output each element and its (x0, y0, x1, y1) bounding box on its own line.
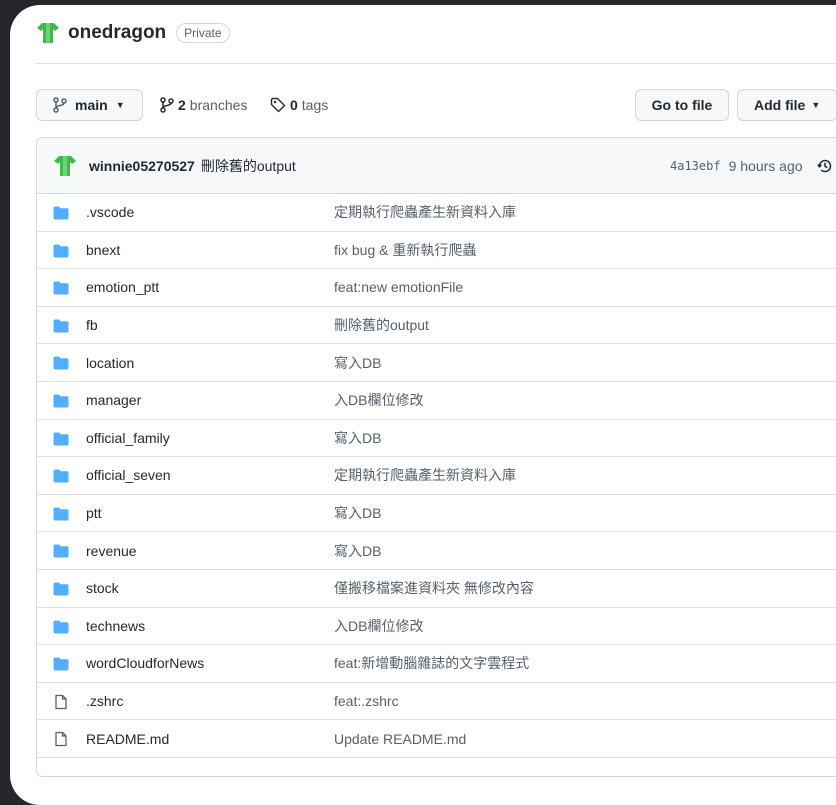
file-commit-message[interactable]: feat:new emotionFile (334, 279, 463, 295)
folder-icon (53, 544, 69, 558)
tag-icon (270, 97, 286, 113)
file-commit-message[interactable]: 寫入DB (334, 353, 381, 373)
file-commit-message[interactable]: 寫入DB (334, 428, 381, 448)
file-name[interactable]: ptt (86, 505, 102, 521)
file-name[interactable]: manager (86, 392, 141, 408)
file-name[interactable]: official_seven (86, 467, 171, 483)
folder-icon (53, 469, 69, 483)
file-commit-message[interactable]: fix bug & 重新執行爬蟲 (334, 240, 476, 260)
file-icon (55, 694, 67, 709)
file-list: .vscode 定期執行爬蟲產生新資料入庫 bnext fix bug & 重新執行爬… (37, 194, 836, 758)
file-commit-message[interactable]: 寫入DB (334, 503, 381, 523)
file-commit-message[interactable]: 入DB欄位修改 (334, 390, 423, 410)
chevron-down-icon: ▼ (115, 100, 125, 110)
file-commit-message[interactable]: 寫入DB (334, 541, 381, 561)
file-name[interactable]: bnext (86, 242, 120, 258)
author-avatar[interactable] (53, 155, 77, 177)
add-file-label: Add file (754, 97, 806, 113)
commit-author[interactable]: winnie05270527 (89, 158, 195, 174)
commit-time: 9 hours ago (728, 157, 803, 174)
file-commit-message[interactable]: feat:新增動腦雜誌的文字雲程式 (334, 653, 529, 673)
file-commit-message[interactable]: Update README.md (334, 731, 466, 747)
add-file-button[interactable]: Add file ▼ (737, 89, 836, 121)
file-name[interactable]: revenue (86, 543, 137, 559)
folder-icon (53, 356, 69, 370)
branches-link[interactable]: 2 branches (160, 89, 247, 121)
repo-header: onedragon Private (36, 20, 230, 46)
file-name[interactable]: official_family (86, 430, 170, 446)
repo-avatar (37, 23, 59, 43)
header-divider (36, 63, 836, 64)
tags-label: tags (301, 97, 329, 113)
file-name[interactable]: emotion_ptt (86, 279, 159, 295)
branch-icon (160, 97, 174, 113)
file-row[interactable]: revenue 寫入DB (37, 532, 836, 570)
file-row[interactable]: stock 僅搬移檔案進資料夾 無修改內容 (37, 570, 836, 608)
folder-icon (53, 582, 69, 596)
file-name[interactable]: stock (86, 580, 119, 596)
file-row[interactable]: .zshrc feat:.zshrc (37, 683, 836, 721)
folder-icon (53, 620, 69, 634)
file-row[interactable]: bnext fix bug & 重新執行爬蟲 (37, 232, 836, 270)
latest-commit-bar: winnie05270527 刪除舊的output 4a13ebf 9 hour… (37, 138, 836, 194)
folder-icon (53, 281, 69, 295)
file-row[interactable]: README.md Update README.md (37, 720, 836, 758)
file-icon (55, 732, 67, 747)
folder-icon (53, 244, 69, 258)
tags-link[interactable]: 0 tags (270, 89, 328, 121)
branch-label: main (75, 97, 108, 113)
go-to-file-button[interactable]: Go to file (635, 89, 729, 121)
file-row[interactable]: ptt 寫入DB (37, 495, 836, 533)
file-name[interactable]: fb (86, 317, 98, 333)
folder-icon (53, 432, 69, 446)
file-name[interactable]: location (86, 355, 134, 371)
file-browser: winnie05270527 刪除舊的output 4a13ebf 9 hour… (36, 137, 836, 777)
folder-icon (53, 507, 69, 521)
file-commit-message[interactable]: 刪除舊的output (334, 315, 429, 335)
file-row[interactable]: fb 刪除舊的output (37, 307, 836, 345)
branches-count: 2 (178, 97, 186, 113)
file-row[interactable]: .vscode 定期執行爬蟲產生新資料入庫 (37, 194, 836, 232)
chevron-down-icon: ▼ (811, 100, 821, 110)
folder-icon (53, 319, 69, 333)
commit-message[interactable]: 刪除舊的output (201, 156, 296, 176)
file-commit-message[interactable]: 僅搬移檔案進資料夾 無修改內容 (334, 578, 534, 598)
branches-label: branches (189, 97, 248, 113)
file-commit-message[interactable]: 定期執行爬蟲產生新資料入庫 (334, 465, 516, 485)
file-row[interactable]: location 寫入DB (37, 344, 836, 382)
file-commit-message[interactable]: 定期執行爬蟲產生新資料入庫 (334, 202, 516, 222)
file-commit-message[interactable]: 入DB欄位修改 (334, 616, 423, 636)
file-row[interactable]: emotion_ptt feat:new emotionFile (37, 269, 836, 307)
visibility-badge: Private (176, 23, 230, 43)
folder-icon (53, 657, 69, 671)
file-row[interactable]: official_seven 定期執行爬蟲產生新資料入庫 (37, 457, 836, 495)
branch-select-button[interactable]: main ▼ (36, 89, 143, 121)
file-name[interactable]: .zshrc (86, 693, 123, 709)
tags-count: 0 (290, 97, 298, 113)
folder-icon (53, 394, 69, 408)
file-row[interactable]: technews 入DB欄位修改 (37, 608, 836, 646)
file-row[interactable]: wordCloudforNews feat:新增動腦雜誌的文字雲程式 (37, 645, 836, 683)
file-commit-message[interactable]: feat:.zshrc (334, 693, 399, 709)
branch-icon (53, 97, 67, 113)
commit-sha[interactable]: 4a13ebf (670, 159, 721, 173)
file-name[interactable]: technews (86, 618, 145, 634)
file-name[interactable]: README.md (86, 731, 169, 747)
file-row[interactable]: manager 入DB欄位修改 (37, 382, 836, 420)
commit-meta: 4a13ebf 9 hours ago (670, 138, 833, 193)
folder-icon (53, 206, 69, 220)
history-icon[interactable] (816, 158, 833, 174)
file-name[interactable]: wordCloudforNews (86, 655, 204, 671)
file-row[interactable]: official_family 寫入DB (37, 420, 836, 458)
repo-name[interactable]: onedragon (68, 22, 166, 44)
file-name[interactable]: .vscode (86, 204, 134, 220)
